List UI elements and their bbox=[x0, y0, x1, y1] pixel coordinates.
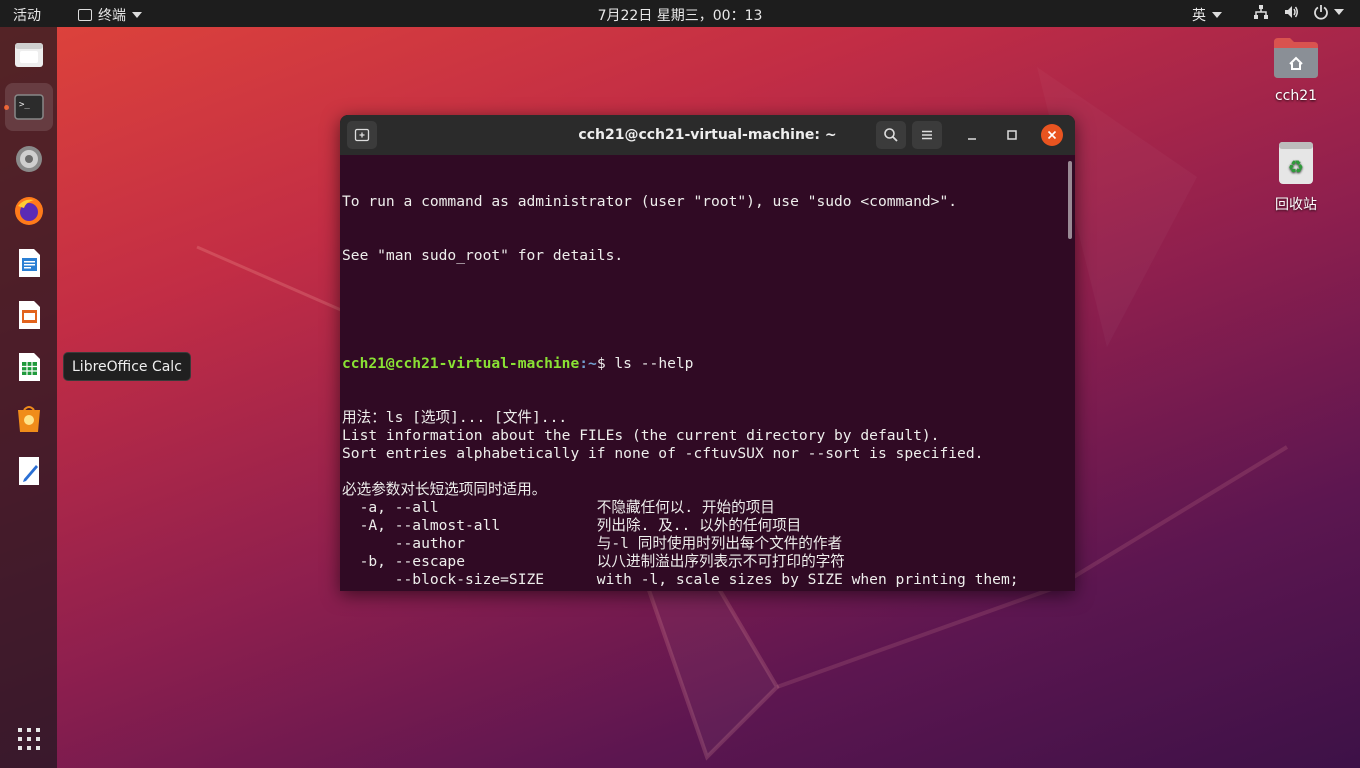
files-icon bbox=[15, 43, 43, 67]
svg-text:♻: ♻ bbox=[1288, 157, 1304, 178]
dock-settings[interactable] bbox=[5, 135, 53, 183]
new-tab-button[interactable] bbox=[347, 121, 377, 149]
prompt-line: cch21@cch21-virtual-machine:~$ ls --help bbox=[342, 355, 1065, 373]
new-tab-icon bbox=[354, 128, 370, 142]
dock-tooltip: LibreOffice Calc bbox=[63, 352, 191, 381]
dock-terminal[interactable]: >_ bbox=[5, 83, 53, 131]
output-line: See "man sudo_root" for details. bbox=[342, 247, 624, 264]
home-folder-label: cch21 bbox=[1274, 88, 1318, 104]
trash-label: 回收站 bbox=[1275, 197, 1317, 213]
prompt-user: cch21@cch21-virtual-machine bbox=[342, 355, 580, 372]
input-method-label: 英 bbox=[1192, 8, 1206, 24]
minimize-button[interactable] bbox=[961, 124, 983, 146]
hamburger-menu-icon bbox=[922, 130, 932, 140]
dock-libreoffice-impress[interactable] bbox=[5, 291, 53, 339]
dock-libreoffice-writer[interactable] bbox=[5, 239, 53, 287]
terminal-output[interactable]: To run a command as administrator (user … bbox=[340, 155, 1065, 591]
terminal-icon: >_ bbox=[14, 94, 44, 120]
activities-button[interactable]: 活动 bbox=[13, 5, 41, 25]
output-line: To run a command as administrator (user … bbox=[342, 193, 958, 210]
output-line: 用法：ls [选项]... [文件]... bbox=[342, 409, 568, 426]
output-line: e.g., '--block-size=M'; see SIZE format … bbox=[342, 589, 1065, 591]
firefox-icon bbox=[15, 197, 43, 225]
output-line: -A, --almost-all 列出除. 及.. 以外的任何项目 bbox=[342, 517, 802, 534]
impress-icon bbox=[19, 301, 40, 329]
terminal-mini-icon bbox=[78, 9, 92, 21]
maximize-icon bbox=[1007, 130, 1017, 140]
output-line: -a, --all 不隐藏任何以. 开始的项目 bbox=[342, 499, 775, 516]
window-title: cch21@cch21-virtual-machine: ~ bbox=[578, 127, 837, 143]
chevron-down-icon bbox=[1212, 12, 1222, 18]
trash-icon: ♻ bbox=[1279, 142, 1313, 184]
prompt-command: $ ls --help bbox=[596, 355, 694, 372]
output-line: 必选参数对长短选项同时适用。 bbox=[342, 481, 547, 498]
text-editor-icon bbox=[19, 457, 39, 485]
dock-files[interactable] bbox=[5, 31, 53, 79]
volume-icon bbox=[1285, 6, 1298, 18]
menu-button[interactable] bbox=[912, 121, 942, 149]
dock-libreoffice-calc[interactable] bbox=[5, 343, 53, 391]
desktop-home-folder[interactable]: cch21 bbox=[1256, 36, 1336, 104]
search-button[interactable] bbox=[876, 121, 906, 149]
chevron-down-icon bbox=[132, 12, 142, 18]
terminal-scrollbar[interactable] bbox=[1065, 155, 1075, 591]
network-icon bbox=[1254, 5, 1268, 19]
svg-text:>_: >_ bbox=[19, 100, 30, 110]
software-icon bbox=[18, 406, 40, 432]
close-icon bbox=[1047, 130, 1057, 140]
output-line: List information about the FILEs (the cu… bbox=[342, 427, 940, 444]
minimize-icon bbox=[968, 138, 976, 140]
prompt-path: :~ bbox=[579, 355, 597, 372]
dock: >_ bbox=[0, 27, 57, 768]
calc-icon bbox=[19, 353, 40, 381]
settings-icon bbox=[16, 146, 42, 172]
dock-text-editor[interactable] bbox=[5, 447, 53, 495]
dock-show-applications[interactable] bbox=[5, 715, 53, 763]
search-icon bbox=[884, 128, 898, 142]
input-method-menu[interactable]: 英 bbox=[1192, 5, 1222, 25]
top-bar: 活动 终端 7月22日 星期三，00：13 英 bbox=[0, 0, 1360, 27]
home-folder-icon bbox=[1274, 38, 1318, 78]
output-line: --author 与-l 同时使用时列出每个文件的作者 bbox=[342, 535, 843, 552]
terminal-header-bar[interactable]: cch21@cch21-virtual-machine: ~ bbox=[340, 115, 1075, 155]
output-line: --block-size=SIZE with -l, scale sizes b… bbox=[342, 571, 1019, 588]
clock[interactable]: 7月22日 星期三，00：13 bbox=[598, 8, 763, 24]
desktop-trash[interactable]: ♻ 回收站 bbox=[1256, 140, 1336, 214]
output-line: -b, --escape 以八进制溢出序列表示不可打印的字符 bbox=[342, 553, 845, 570]
terminal-window: cch21@cch21-virtual-machine: ~ To run a … bbox=[340, 115, 1075, 591]
system-menu[interactable] bbox=[1253, 4, 1344, 20]
dock-firefox[interactable] bbox=[5, 187, 53, 235]
app-menu-label: 终端 bbox=[98, 8, 126, 24]
power-icon bbox=[1314, 5, 1328, 20]
close-button[interactable] bbox=[1041, 124, 1063, 146]
app-menu[interactable]: 终端 bbox=[78, 5, 142, 25]
scrollbar-thumb[interactable] bbox=[1068, 161, 1072, 239]
output-line: Sort entries alphabetically if none of -… bbox=[342, 445, 984, 462]
maximize-button[interactable] bbox=[1001, 124, 1023, 146]
chevron-down-icon bbox=[1334, 9, 1344, 15]
app-grid-icon bbox=[18, 728, 40, 750]
writer-icon bbox=[19, 249, 40, 277]
dock-software[interactable] bbox=[5, 395, 53, 443]
